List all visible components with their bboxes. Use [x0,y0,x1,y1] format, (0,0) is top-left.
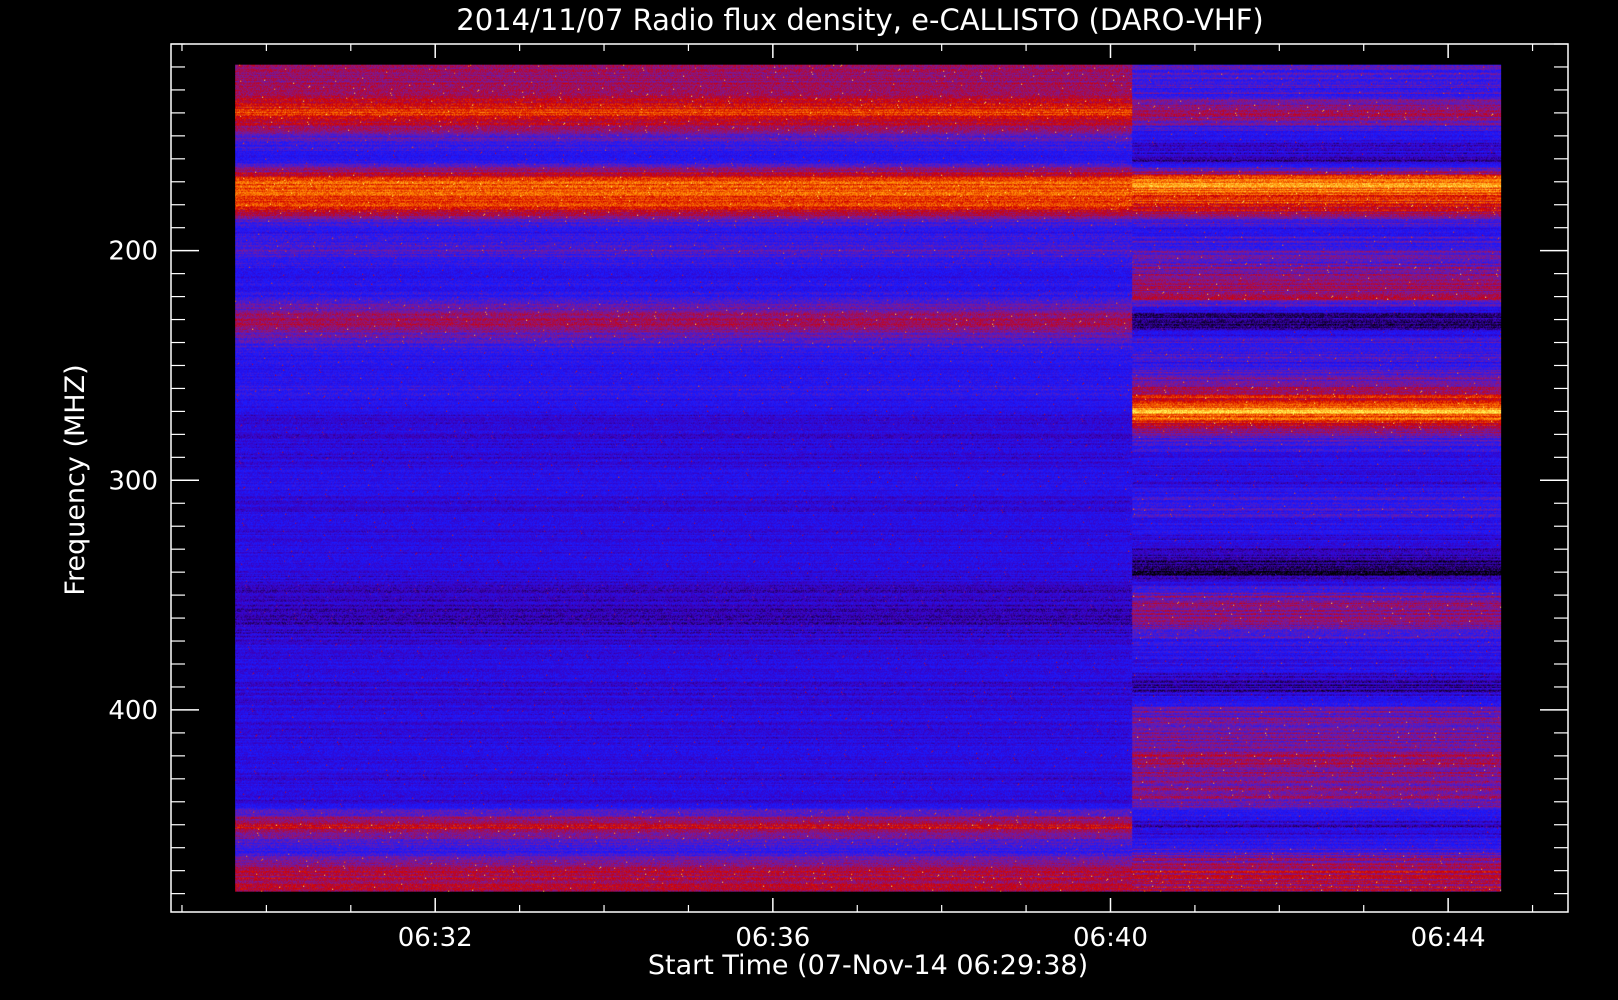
y-tick-label: 400 [108,696,158,726]
x-tick-label: 06:40 [1073,923,1148,953]
x-tick-label: 06:44 [1411,923,1486,953]
x-tick-label: 06:36 [735,923,810,953]
spectrogram-heatmap [235,64,1502,892]
spectrogram-chart: 2014/11/07 Radio flux density, e-CALLIST… [0,0,1618,1000]
y-axis-label: Frequency (MHZ) [60,364,91,595]
heatmap-image [235,64,1502,892]
x-axis-label: Start Time (07-Nov-14 06:29:38) [648,950,1088,981]
y-tick-label: 200 [108,237,158,267]
y-tick-label: 300 [108,466,158,496]
x-tick-label: 06:32 [398,923,473,953]
chart-title: 2014/11/07 Radio flux density, e-CALLIST… [456,3,1263,37]
